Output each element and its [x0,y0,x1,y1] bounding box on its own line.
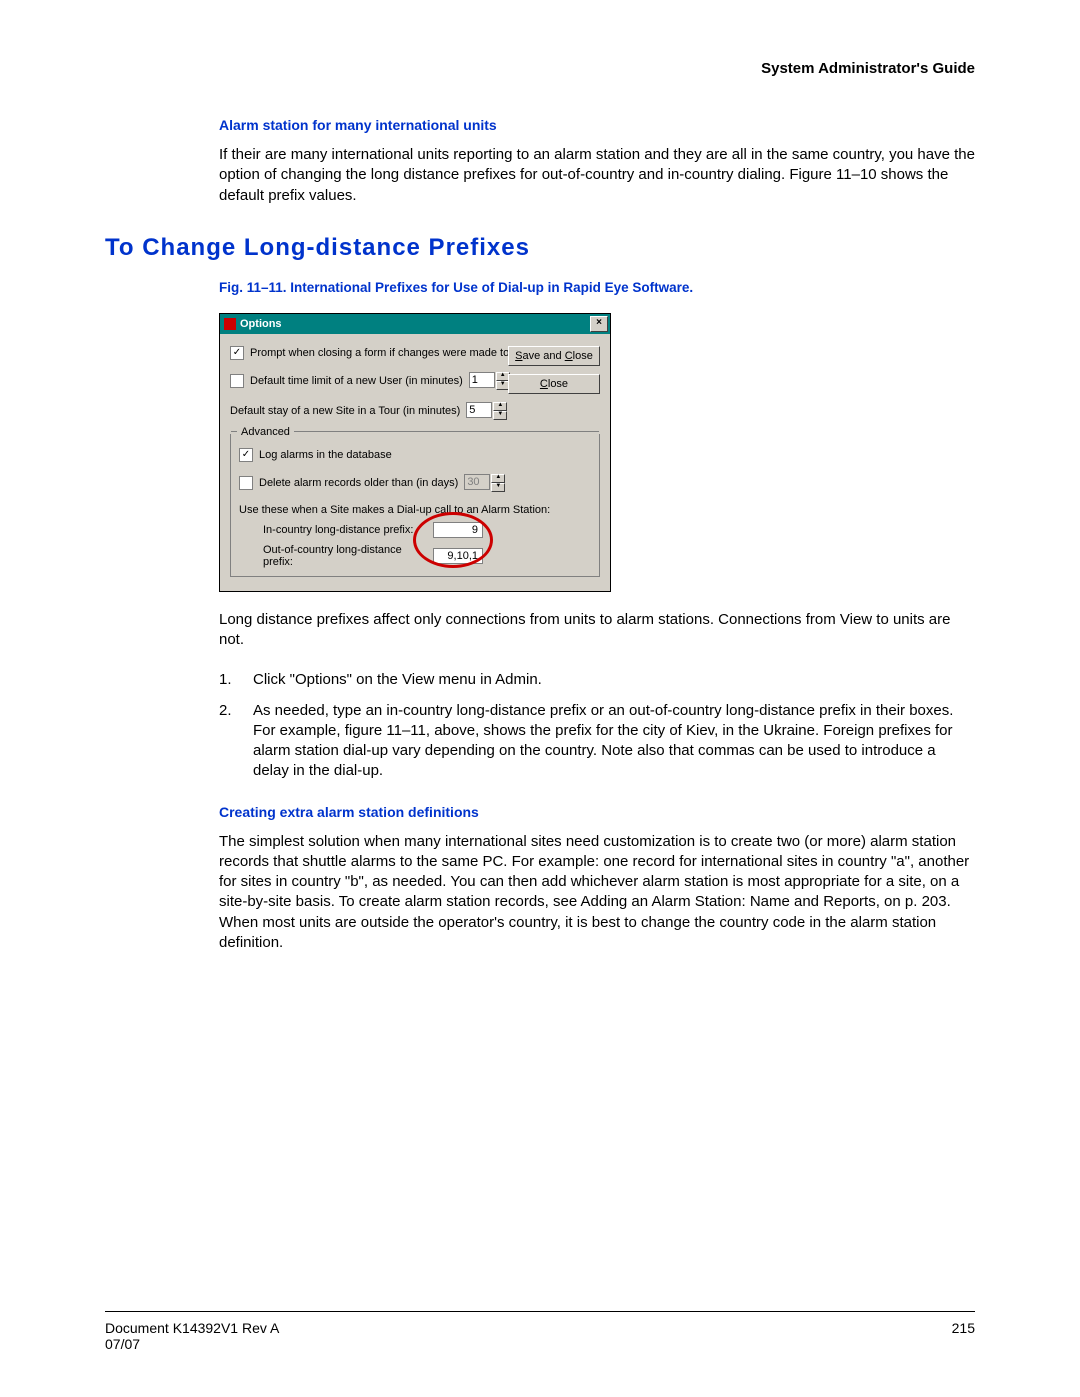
delete-records-input[interactable] [464,474,490,490]
out-country-prefix-input[interactable] [433,548,483,564]
dialog-titlebar: Options × [220,314,610,334]
advanced-legend: Advanced [237,426,294,438]
spinner-buttons[interactable]: ▲▼ [493,402,507,420]
close-icon[interactable]: × [590,316,608,332]
default-time-label: Default time limit of a new User (in min… [250,375,463,387]
default-time-checkbox[interactable] [230,374,244,388]
subheading-extra-definitions: Creating extra alarm station definitions [219,804,975,820]
out-country-label: Out-of-country long-distance prefix: [263,544,433,568]
delete-records-label: Delete alarm records older than (in days… [259,477,458,489]
page-header: System Administrator's Guide [105,60,975,77]
list-item: 2. As needed, type an in-country long-di… [219,701,975,782]
page-footer: Document K14392V1 Rev A 07/07 215 [105,1311,975,1352]
default-stay-input[interactable] [466,402,492,418]
paragraph-extra-definitions: The simplest solution when many internat… [219,832,975,954]
figure-caption: Fig. 11–11. International Prefixes for U… [219,280,975,295]
list-number: 1. [219,670,253,690]
default-stay-label: Default stay of a new Site in a Tour (in… [230,405,460,417]
app-icon [224,318,236,330]
spinner-buttons[interactable]: ▲▼ [491,474,505,492]
list-item: 1. Click "Options" on the View menu in A… [219,670,975,690]
section-title-change-prefixes: To Change Long-distance Prefixes [105,234,975,262]
btn-text: lose [548,378,568,390]
btn-text: S [515,350,522,362]
btn-text: C [565,350,573,362]
list-number: 2. [219,701,253,782]
dialog-title: Options [240,318,282,330]
footer-doc-id: Document K14392V1 Rev A [105,1320,279,1336]
close-button[interactable]: Close [508,374,600,394]
btn-text: lose [573,350,593,362]
step-2-text: As needed, type an in-country long-dista… [253,701,975,782]
advanced-group: Advanced Log alarms in the database Dele… [230,434,600,577]
steps-list: 1. Click "Options" on the View menu in A… [219,670,975,781]
prompt-checkbox[interactable] [230,346,244,360]
in-country-label: In-country long-distance prefix: [263,524,433,536]
step-1-text: Click "Options" on the View menu in Admi… [253,670,542,690]
paragraph-intro: If their are many international units re… [219,145,975,206]
in-country-prefix-input[interactable] [433,522,483,538]
log-alarms-label: Log alarms in the database [259,449,392,461]
options-dialog: Options × Save and Close Close Prompt wh… [219,313,611,592]
delete-records-checkbox[interactable] [239,476,253,490]
use-these-label: Use these when a Site makes a Dial-up ca… [239,504,550,516]
paragraph-after-figure: Long distance prefixes affect only conne… [219,610,975,651]
footer-page-number: 215 [952,1320,975,1352]
log-alarms-checkbox[interactable] [239,448,253,462]
btn-text: ave and [523,350,565,362]
save-and-close-button[interactable]: Save and Close [508,346,600,366]
btn-text: C [540,378,548,390]
default-time-input[interactable] [469,372,495,388]
footer-date: 07/07 [105,1336,279,1352]
subheading-alarm-station-intl: Alarm station for many international uni… [219,117,975,133]
